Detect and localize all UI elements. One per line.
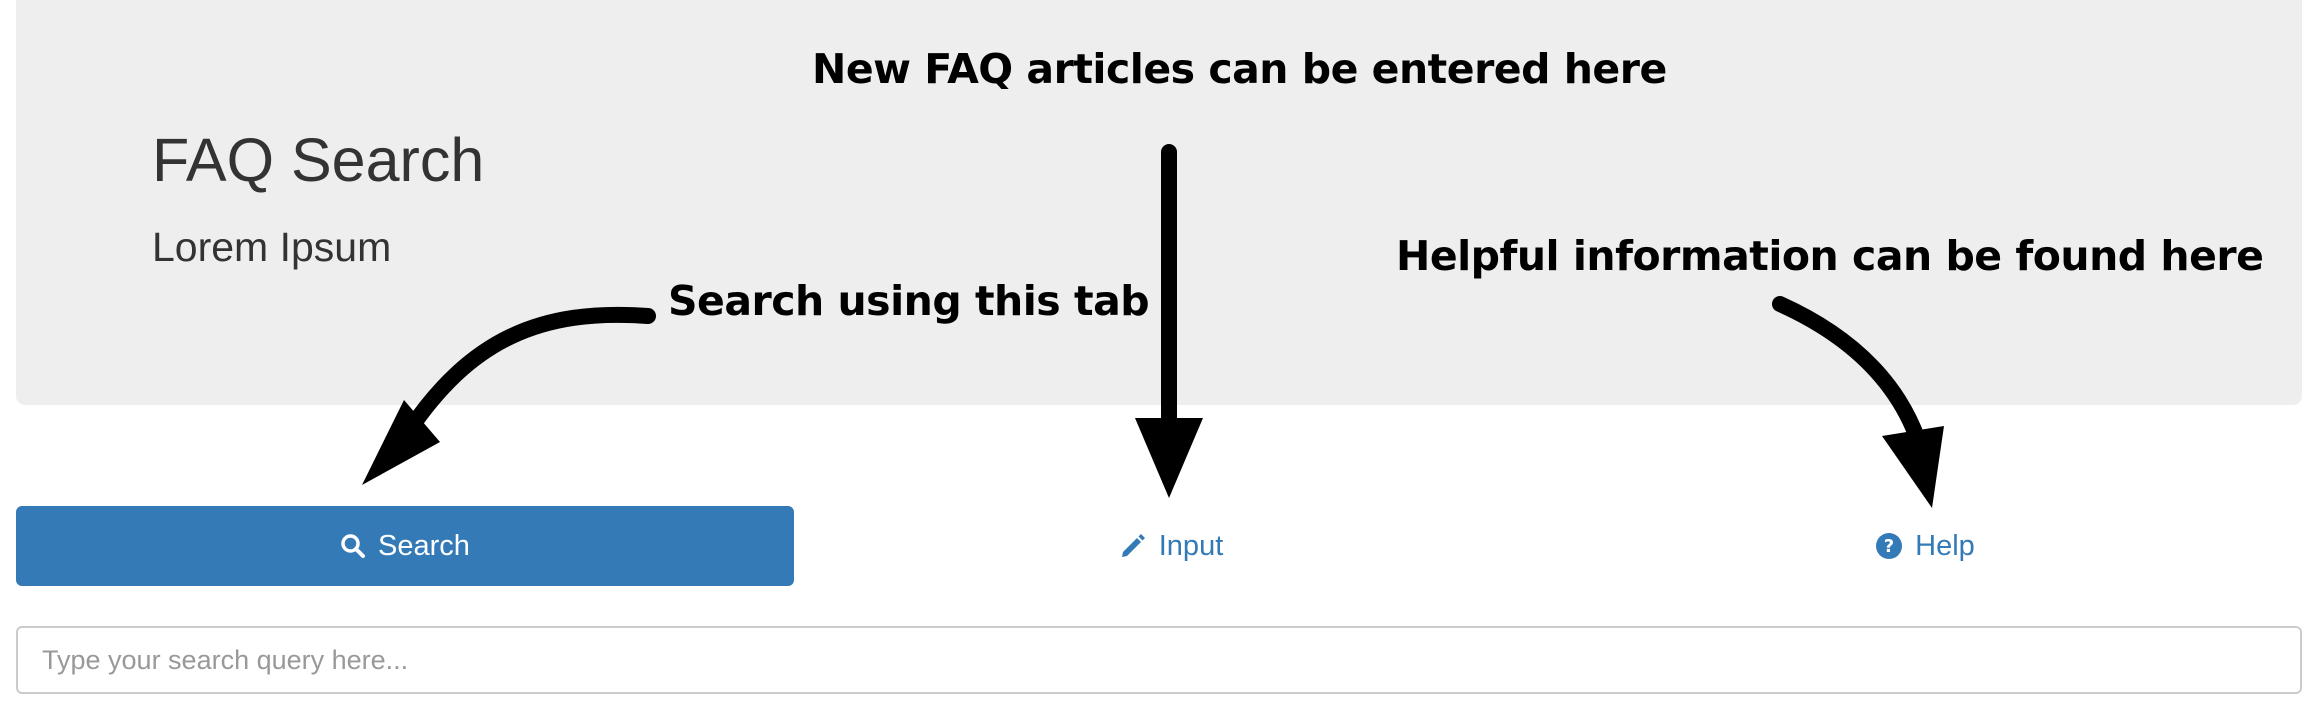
annotation-search-note: Search using this tab [668,277,1150,325]
search-input[interactable] [16,626,2302,694]
tab-help[interactable]: ? Help [1548,506,2302,586]
page-title: FAQ Search [152,126,485,194]
annotation-help-note: Helpful information can be found here [1396,232,2264,280]
question-circle-icon: ? [1875,532,1903,560]
page: FAQ Search Lorem Ipsum New FAQ articles … [0,0,2318,718]
pencil-icon [1119,532,1147,560]
tab-input[interactable]: Input [794,506,1548,586]
nav-tabs: Search Input ? Help [16,506,2302,586]
tab-help-label: Help [1915,529,1975,562]
svg-text:?: ? [1884,536,1894,557]
tab-search[interactable]: Search [16,506,794,586]
tab-input-label: Input [1158,529,1224,562]
search-icon [340,533,366,559]
annotation-input-note: New FAQ articles can be entered here [812,45,1667,93]
tab-search-label: Search [378,529,470,562]
page-subtitle: Lorem Ipsum [152,224,392,270]
